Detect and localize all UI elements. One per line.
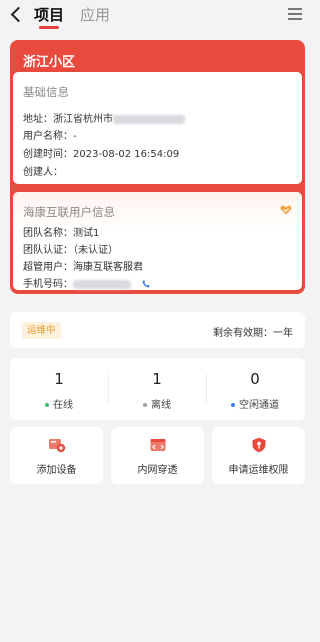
ops-permission-label: 申请运维权限: [228, 465, 289, 476]
intranet-label: 内网穿透: [137, 465, 178, 476]
redacted-phone: [73, 279, 131, 289]
add-device-icon: [48, 439, 65, 453]
cert-row: 团队认证：（未认证）: [23, 241, 118, 256]
back-icon[interactable]: [8, 4, 26, 26]
stat-online-label-row: 在线: [10, 396, 108, 411]
address-value: 浙江省杭州市: [53, 114, 113, 125]
validity-text: 剩余有效期：一年: [213, 328, 293, 339]
hik-info-title: 海康互联用户信息: [23, 205, 115, 219]
stat-online[interactable]: 1 在线: [10, 358, 108, 420]
user-row: 用户名称：-: [23, 127, 77, 142]
handshake-heart-icon: [280, 205, 292, 215]
offline-dot: [143, 403, 147, 407]
phone-row: 手机号码：: [23, 275, 150, 290]
stat-idle-value: 0: [250, 370, 260, 388]
created-label: 创建时间：: [23, 149, 73, 160]
cert-label: 团队认证：: [23, 245, 73, 256]
creator-label: 创建人：: [23, 167, 63, 178]
stat-idle-label: 空闲通道: [239, 400, 279, 411]
status-card: 运维中 剩余有效期：一年: [10, 312, 305, 348]
user-value: -: [73, 131, 77, 142]
stat-offline-label-row: 离线: [108, 396, 206, 411]
created-row: 创建时间：2023-08-02 16:54:09: [23, 145, 179, 160]
basic-info-panel: 基础信息 地址：浙江省杭州市 用户名称：- 创建时间：2023-08-02 16…: [13, 72, 302, 184]
top-bar: 项目 应用: [0, 0, 320, 30]
intranet-icon: [150, 439, 165, 451]
status-badge: 运维中: [22, 322, 61, 339]
online-dot: [45, 403, 49, 407]
stat-online-value: 1: [54, 370, 64, 388]
hik-user-panel: 海康互联用户信息 团队名称：测试1 团队认证：（未认证） 超管用户：海康互联客服…: [13, 192, 302, 290]
stat-offline-value: 1: [152, 370, 162, 388]
shield-icon: [252, 437, 265, 453]
stat-idle-channel[interactable]: 0 空闲通道: [206, 358, 304, 420]
cert-value: （未认证）: [73, 245, 118, 256]
apply-ops-permission-button[interactable]: 申请运维权限: [212, 427, 305, 484]
user-label: 用户名称：: [23, 131, 73, 142]
stat-offline[interactable]: 1 离线: [108, 358, 206, 420]
add-device-label: 添加设备: [36, 465, 77, 476]
stat-idle-label-row: 空闲通道: [206, 396, 304, 411]
basic-info-title: 基础信息: [23, 85, 69, 99]
stat-offline-label: 离线: [151, 400, 171, 411]
admin-row: 超管用户：海康互联客服君: [23, 258, 143, 273]
stats-card: 1 在线 1 离线 0 空闲通道: [10, 358, 305, 420]
admin-value: 海康互联客服君: [73, 262, 143, 273]
team-value: 测试1: [73, 228, 100, 239]
phone-icon[interactable]: [142, 280, 150, 288]
address-label: 地址：: [23, 114, 53, 125]
admin-label: 超管用户：: [23, 262, 73, 273]
address-row: 地址：浙江省杭州市: [23, 110, 185, 125]
creator-row: 创建人：: [23, 163, 63, 178]
list-menu-icon[interactable]: [288, 8, 302, 20]
add-device-button[interactable]: 添加设备: [10, 427, 103, 484]
project-name: 浙江小区: [23, 55, 76, 70]
tab-app[interactable]: 应用: [80, 5, 110, 25]
tab-project[interactable]: 项目: [34, 5, 64, 29]
phone-label: 手机号码：: [23, 279, 73, 290]
team-label: 团队名称：: [23, 228, 73, 239]
intranet-penetration-button[interactable]: 内网穿透: [111, 427, 204, 484]
stat-online-label: 在线: [53, 400, 73, 411]
project-card[interactable]: 浙江小区 基础信息 地址：浙江省杭州市 用户名称：- 创建时间：2023-08-…: [10, 40, 305, 294]
team-row: 团队名称：测试1: [23, 224, 99, 239]
redacted-address: [113, 114, 185, 124]
idle-dot: [231, 403, 235, 407]
created-value: 2023-08-02 16:54:09: [73, 149, 180, 160]
